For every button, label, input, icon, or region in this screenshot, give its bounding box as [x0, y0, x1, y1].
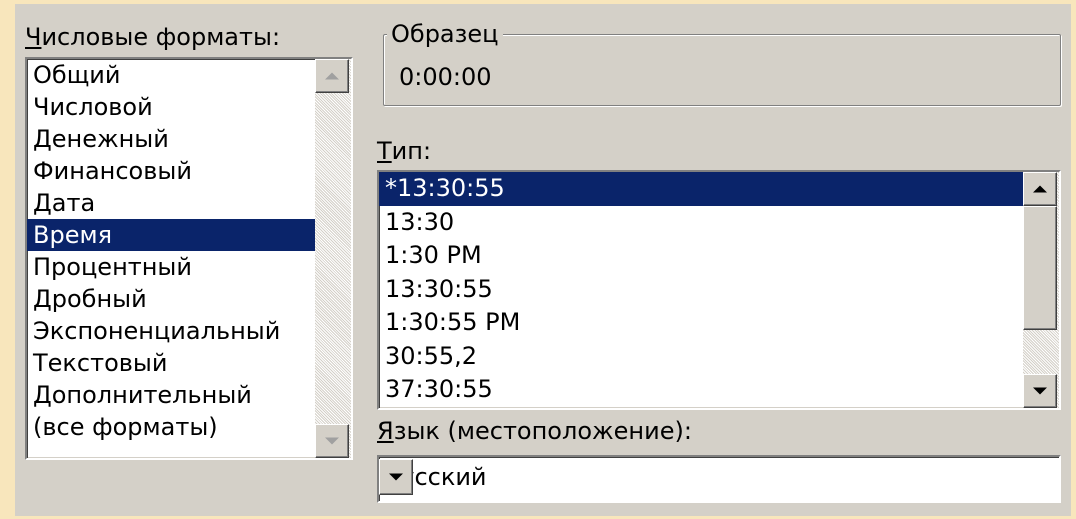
locale-combo[interactable]: русский	[377, 455, 1061, 503]
type-item[interactable]: 1:30 PM	[379, 239, 1023, 273]
number-formats-label-accesskey: Ч	[25, 23, 42, 51]
number-format-item[interactable]: Числовой	[27, 91, 315, 123]
number-formats-label-text: исловые форматы:	[41, 23, 281, 51]
type-scroll-down-button[interactable]	[1023, 374, 1057, 408]
type-items: *13:30:55 13:30 1:30 PM 13:30:55 1:30:55 PM 3…	[379, 172, 1023, 407]
number-format-item[interactable]: Дата	[27, 187, 315, 219]
type-label-accesskey: Т	[377, 137, 392, 165]
type-item[interactable]: 13:30	[379, 206, 1023, 240]
type-scrollbar[interactable]	[1023, 172, 1059, 408]
chevron-up-icon	[325, 72, 339, 80]
type-item[interactable]: 37:30:55	[379, 373, 1023, 407]
type-label: Тип:	[377, 136, 431, 166]
type-item[interactable]: 1:30:55 PM	[379, 306, 1023, 340]
number-formats-scroll-up-button[interactable]	[315, 59, 349, 93]
number-format-item[interactable]: Время	[27, 219, 315, 251]
number-format-item[interactable]: Финансовый	[27, 155, 315, 187]
chevron-down-icon	[325, 437, 339, 445]
number-formats-scroll-down-button[interactable]	[315, 424, 349, 458]
locale-dropdown-button[interactable]	[379, 459, 413, 495]
type-scroll-up-button[interactable]	[1023, 172, 1057, 206]
locale-label: Язык (местоположение):	[377, 416, 692, 446]
number-format-item[interactable]: Текстовый	[27, 347, 315, 379]
number-format-item[interactable]: Экспоненциальный	[27, 315, 315, 347]
type-scroll-thumb[interactable]	[1023, 206, 1057, 330]
sample-legend: Образец	[387, 20, 503, 48]
number-format-item[interactable]: Процентный	[27, 251, 315, 283]
sample-value: 0:00:00	[399, 63, 492, 91]
number-formats-scrollbar[interactable]	[315, 59, 351, 458]
chevron-down-icon	[389, 473, 403, 481]
type-item[interactable]: 30:55,2	[379, 340, 1023, 374]
chevron-down-icon	[1033, 387, 1047, 395]
locale-label-accesskey: Я	[377, 417, 394, 445]
number-format-item[interactable]: Дополнительный	[27, 379, 315, 411]
number-format-item[interactable]: (все форматы)	[27, 411, 315, 443]
type-item[interactable]: *13:30:55	[379, 172, 1023, 206]
locale-label-text: зык (местоположение):	[393, 417, 692, 445]
number-format-item[interactable]: Денежный	[27, 123, 315, 155]
number-format-item[interactable]: Дробный	[27, 283, 315, 315]
format-cells-dialog: Числовые форматы: Общий Числовой Денежный Ф…	[15, 4, 1071, 516]
number-formats-items: Общий Числовой Денежный Финансовый Дата Время…	[27, 59, 315, 443]
number-formats-list[interactable]: Общий Числовой Денежный Финансовый Дата Время…	[25, 57, 353, 460]
number-format-item[interactable]: Общий	[27, 59, 315, 91]
type-label-text: ип:	[391, 137, 432, 165]
number-formats-label: Числовые форматы:	[25, 22, 280, 52]
chevron-up-icon	[1033, 185, 1047, 193]
type-list[interactable]: *13:30:55 13:30 1:30 PM 13:30:55 1:30:55 PM 3…	[377, 170, 1061, 410]
type-item[interactable]: 13:30:55	[379, 273, 1023, 307]
